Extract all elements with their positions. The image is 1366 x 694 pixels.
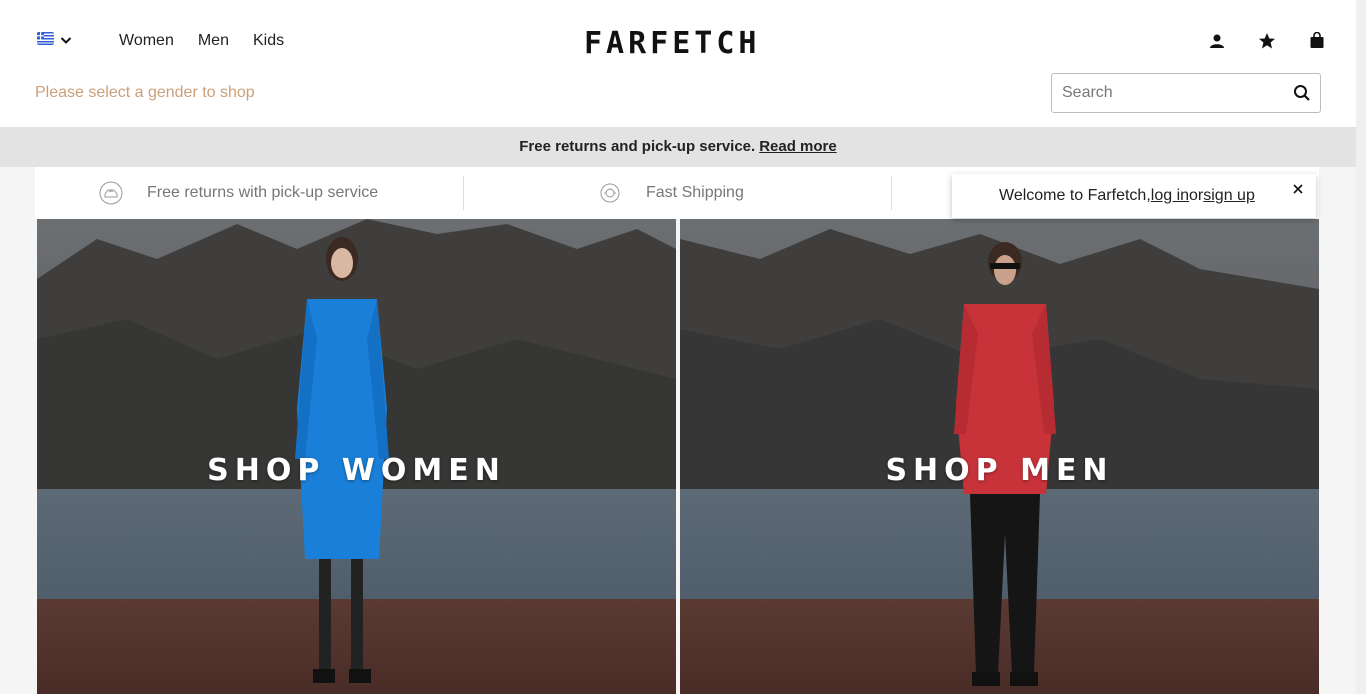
nav-women-link[interactable]: Women [119, 32, 174, 50]
welcome-or-text: or [1189, 187, 1204, 204]
greece-flag-icon [37, 32, 54, 45]
shipping-icon [600, 183, 620, 203]
search-input[interactable] [1052, 74, 1277, 112]
wishlist-star-icon[interactable] [1256, 30, 1278, 52]
login-link[interactable]: log in [1151, 187, 1189, 205]
feature-returns[interactable]: Free returns with pick-up service [35, 167, 463, 219]
account-icon[interactable] [1206, 30, 1228, 52]
search-box [1051, 73, 1321, 113]
promo-bar: Free returns and pick-up service. Read mo… [0, 127, 1356, 167]
scrollbar[interactable] [1356, 0, 1366, 694]
shopping-bag-icon[interactable] [1306, 30, 1328, 52]
feature-shipping[interactable]: Fast Shipping [463, 176, 891, 210]
close-icon[interactable] [1292, 182, 1304, 194]
nav-kids-link[interactable]: Kids [253, 32, 284, 50]
returns-icon [99, 181, 123, 205]
shop-women-banner[interactable]: SHOP WOMEN [37, 219, 676, 694]
chevron-down-icon [60, 33, 72, 45]
welcome-popup: Welcome to Farfetch, log in or sign up [952, 174, 1316, 218]
gender-nav: Women Men Kids [119, 32, 284, 50]
shop-men-label[interactable]: SHOP MEN [680, 453, 1319, 488]
site-header: Women Men Kids FARFETCH Please select a … [0, 0, 1356, 127]
shop-men-banner[interactable]: SHOP MEN [680, 219, 1319, 694]
shop-women-label[interactable]: SHOP WOMEN [37, 453, 676, 488]
promo-text: Free returns and pick-up service. [519, 138, 756, 155]
welcome-text: Welcome to Farfetch, [999, 187, 1151, 204]
farfetch-logo[interactable]: FARFETCH [584, 26, 761, 61]
gender-hint-text: Please select a gender to shop [35, 84, 255, 101]
signup-link[interactable]: sign up [1203, 187, 1255, 205]
feature-returns-label: Free returns with pick-up service [147, 184, 379, 201]
feature-shipping-label: Fast Shipping [646, 184, 744, 201]
country-selector[interactable] [37, 32, 72, 45]
promo-read-more-link[interactable]: Read more [759, 138, 837, 155]
nav-men-link[interactable]: Men [198, 32, 229, 50]
search-icon[interactable] [1293, 84, 1311, 102]
header-icons [1206, 30, 1328, 52]
